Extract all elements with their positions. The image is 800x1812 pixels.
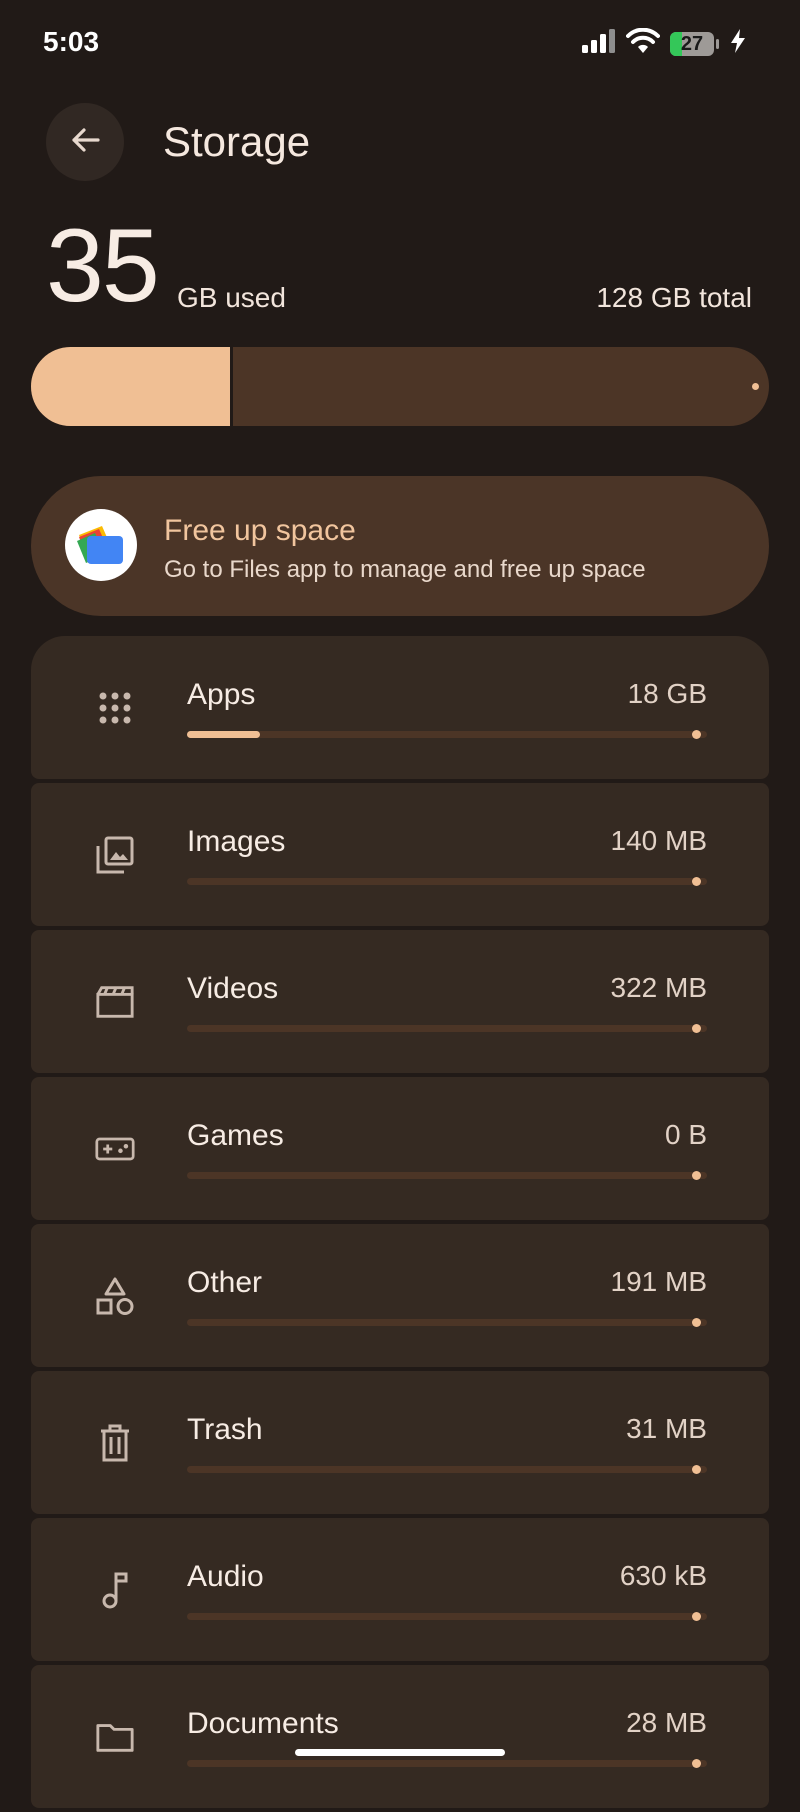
category-label: Documents bbox=[187, 1707, 339, 1740]
category-usage-bar bbox=[187, 1759, 707, 1768]
category-games[interactable]: Games 0 B bbox=[31, 1077, 769, 1220]
charging-bolt-icon bbox=[730, 29, 746, 58]
category-usage-bar bbox=[187, 1024, 707, 1033]
category-usage-bar bbox=[187, 877, 707, 886]
category-size: 28 MB bbox=[626, 1707, 707, 1738]
images-icon bbox=[95, 835, 135, 875]
category-size: 31 MB bbox=[626, 1413, 707, 1444]
category-label: Videos bbox=[187, 972, 279, 1005]
storage-category-list: Apps 18 GB Images 140 MB Videos 322 MB G… bbox=[31, 636, 769, 1812]
music-note-icon bbox=[95, 1570, 135, 1610]
shapes-icon bbox=[95, 1276, 135, 1316]
cellular-signal-icon bbox=[582, 29, 616, 58]
status-time: 5:03 bbox=[43, 26, 100, 57]
home-indicator[interactable] bbox=[295, 1749, 505, 1756]
videos-icon bbox=[95, 982, 135, 1022]
category-usage-bar bbox=[187, 1171, 707, 1180]
back-button[interactable] bbox=[46, 103, 124, 181]
category-other[interactable]: Other 191 MB bbox=[31, 1224, 769, 1367]
status-bar: 5:03 27 bbox=[0, 0, 800, 90]
storage-usage-end-dot bbox=[752, 383, 759, 390]
category-usage-bar bbox=[187, 1612, 707, 1621]
page-title: Storage bbox=[163, 118, 311, 165]
category-label: Images bbox=[187, 825, 286, 858]
free-up-space-title: Free up space bbox=[164, 514, 356, 547]
used-storage-label: GB used bbox=[177, 282, 286, 313]
category-usage-bar bbox=[187, 1465, 707, 1474]
category-label: Apps bbox=[187, 678, 256, 711]
category-label: Games bbox=[187, 1119, 284, 1152]
category-videos[interactable]: Videos 322 MB bbox=[31, 930, 769, 1073]
battery-icon: 27 bbox=[670, 31, 720, 56]
storage-usage-bar bbox=[31, 347, 769, 426]
category-size: 630 kB bbox=[619, 1560, 707, 1591]
category-documents[interactable]: Documents 28 MB bbox=[31, 1665, 769, 1808]
category-size: 191 MB bbox=[610, 1266, 708, 1297]
category-usage-bar bbox=[187, 1318, 707, 1327]
storage-usage-fill bbox=[31, 347, 234, 426]
apps-grid-icon bbox=[95, 688, 135, 728]
category-size: 0 B bbox=[664, 1119, 707, 1150]
total-storage-label: 128 GB total bbox=[596, 282, 752, 313]
free-up-space-button[interactable]: Free up space Go to Files app to manage … bbox=[31, 476, 769, 616]
category-size: 18 GB bbox=[627, 678, 707, 709]
category-size: 322 MB bbox=[610, 972, 708, 1003]
status-icons: 27 bbox=[582, 27, 746, 59]
category-audio[interactable]: Audio 630 kB bbox=[31, 1518, 769, 1661]
category-label: Audio bbox=[187, 1560, 264, 1593]
gamepad-icon bbox=[95, 1129, 135, 1169]
category-trash[interactable]: Trash 31 MB bbox=[31, 1371, 769, 1514]
category-images[interactable]: Images 140 MB bbox=[31, 783, 769, 926]
files-app-icon bbox=[65, 509, 137, 581]
free-up-space-subtitle: Go to Files app to manage and free up sp… bbox=[164, 556, 646, 583]
category-label: Trash bbox=[187, 1413, 263, 1446]
arrow-left-icon bbox=[68, 123, 102, 162]
used-storage-number: 35 bbox=[46, 208, 160, 324]
trash-icon bbox=[95, 1423, 135, 1463]
folder-icon bbox=[95, 1717, 135, 1757]
category-usage-bar bbox=[187, 730, 707, 739]
category-size: 140 MB bbox=[610, 825, 708, 856]
wifi-icon bbox=[626, 27, 660, 59]
category-apps[interactable]: Apps 18 GB bbox=[31, 636, 769, 779]
battery-text: 27 bbox=[680, 32, 704, 55]
category-label: Other bbox=[187, 1266, 263, 1299]
